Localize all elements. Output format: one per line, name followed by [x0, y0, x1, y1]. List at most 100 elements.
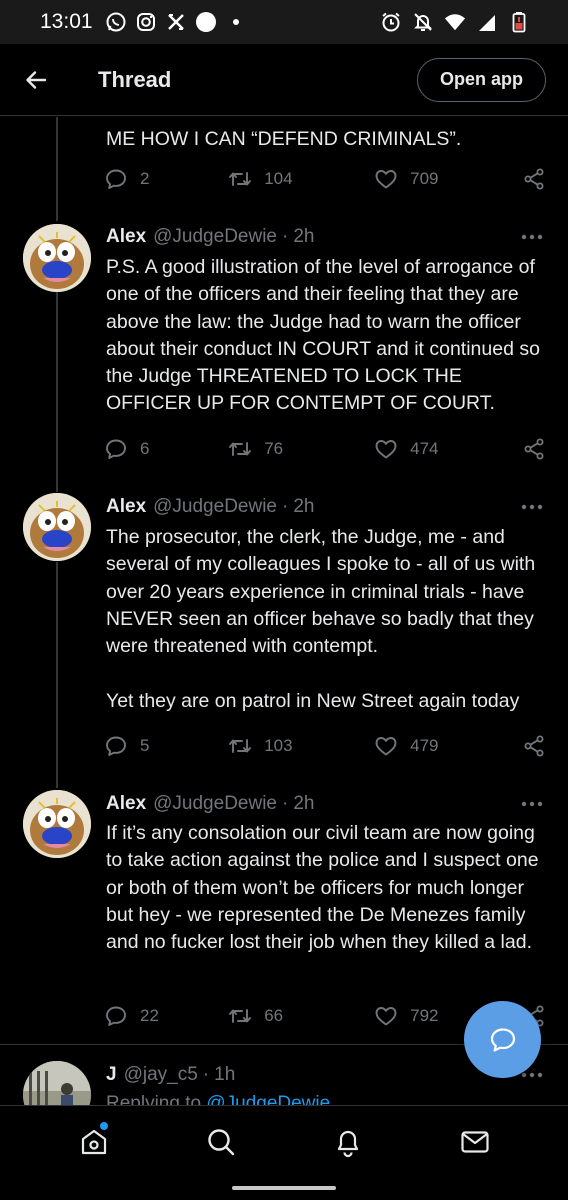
share-button[interactable]	[522, 167, 546, 191]
tweet-time[interactable]: 2h	[293, 496, 314, 518]
separator-dot: ·	[282, 496, 289, 517]
tweet-text: P.S. A good illustration of the level of…	[106, 256, 540, 415]
author-handle[interactable]: @JudgeDewie	[153, 496, 277, 518]
tweet-text: If it’s any consolation our civil team a…	[106, 822, 539, 954]
dot-icon	[225, 11, 247, 33]
reply-icon	[106, 1006, 126, 1026]
like-count: 709	[410, 169, 439, 188]
compose-reply-button[interactable]	[464, 1001, 541, 1078]
tweet-text: The prosecutor, the clerk, the Judge, me…	[106, 526, 536, 712]
tweet-actions: 5 103 479	[104, 731, 548, 761]
more-options-button[interactable]	[518, 227, 546, 247]
instagram-icon	[135, 11, 157, 33]
author-name[interactable]: J	[106, 1064, 117, 1086]
retweet-button[interactable]: 103	[228, 734, 374, 758]
retweet-button[interactable]: 76	[228, 437, 374, 461]
reply-count: 2	[140, 169, 150, 188]
nav-home[interactable]	[64, 1112, 124, 1172]
author-handle[interactable]: @JudgeDewie	[153, 793, 277, 815]
separator-dot: ·	[282, 793, 289, 814]
open-app-button[interactable]: Open app	[416, 57, 546, 102]
thread-line	[56, 292, 58, 492]
reply-count: 6	[140, 439, 150, 458]
separator-dot: ·	[202, 1064, 210, 1085]
avatar-image	[23, 493, 91, 561]
like-button[interactable]: 479	[374, 734, 522, 758]
more-icon	[521, 234, 543, 240]
reply-icon	[106, 169, 126, 189]
author-name[interactable]: Alex	[106, 496, 146, 518]
avatar[interactable]	[23, 493, 91, 561]
retweet-icon	[229, 172, 252, 186]
share-icon	[524, 438, 544, 460]
search-icon	[207, 1128, 234, 1155]
nav-notifications[interactable]	[318, 1112, 378, 1172]
more-options-button[interactable]	[518, 794, 546, 814]
tweet-time[interactable]: 1h	[214, 1064, 235, 1086]
tweet-header: Alex @JudgeDewie · 2h	[106, 224, 314, 250]
like-count: 474	[410, 439, 439, 458]
author-name[interactable]: Alex	[106, 793, 146, 815]
alarm-icon	[380, 11, 402, 33]
gesture-bar[interactable]	[232, 1186, 336, 1190]
more-icon	[521, 1072, 543, 1078]
messages-icon	[460, 1130, 489, 1153]
more-icon	[521, 801, 543, 807]
reply-button[interactable]: 22	[104, 1004, 228, 1028]
reply-count: 5	[140, 736, 150, 755]
avatar[interactable]	[23, 790, 91, 858]
author-name[interactable]: Alex	[106, 226, 146, 248]
tweet-time[interactable]: 2h	[293, 226, 314, 248]
retweet-icon	[229, 739, 252, 753]
nav-search[interactable]	[191, 1112, 251, 1172]
whatsapp-icon	[105, 11, 127, 33]
reply-button[interactable]: 5	[104, 734, 228, 758]
circle-icon	[195, 11, 217, 33]
avatar[interactable]	[23, 224, 91, 292]
app-header: Thread Open app	[0, 44, 568, 116]
heart-icon	[375, 170, 397, 189]
reply-button[interactable]: 2	[104, 167, 228, 191]
retweet-count: 104	[264, 169, 293, 188]
like-count: 792	[410, 1006, 439, 1025]
tweet-header: Alex @JudgeDewie · 2h	[106, 494, 314, 520]
tweet-header: J @jay_c5 · 1h	[106, 1062, 235, 1088]
heart-icon	[375, 440, 397, 459]
notification-dot	[99, 1121, 108, 1130]
reply-icon	[106, 736, 126, 756]
replying-to-link[interactable]: @JudgeDewie	[206, 1093, 330, 1105]
thread-line	[56, 562, 58, 788]
like-button[interactable]: 474	[374, 437, 522, 461]
tweet-actions: 6 76 474	[104, 434, 548, 464]
tweet-actions: 2 104 709	[104, 164, 548, 194]
heart-icon	[375, 1007, 397, 1026]
share-icon	[524, 168, 544, 190]
thread-line	[56, 117, 58, 221]
separator-dot: ·	[282, 226, 289, 247]
author-handle[interactable]: @JudgeDewie	[153, 226, 277, 248]
home-icon	[81, 1129, 106, 1154]
avatar[interactable]	[23, 1061, 91, 1105]
retweet-button[interactable]: 104	[228, 167, 374, 191]
thread-feed[interactable]: ME HOW I CAN “DEFEND CRIMINALS”. 2 104 7…	[0, 117, 568, 1105]
tweet-header: Alex @JudgeDewie · 2h	[106, 791, 314, 817]
reply-icon	[106, 439, 126, 459]
status-bar: 13:01	[0, 0, 568, 44]
share-icon	[524, 735, 544, 757]
more-options-button[interactable]	[518, 497, 546, 517]
share-button[interactable]	[522, 437, 546, 461]
retweet-button[interactable]: 66	[228, 1004, 374, 1028]
nav-messages[interactable]	[445, 1112, 505, 1172]
reply-button[interactable]: 6	[104, 437, 228, 461]
author-handle[interactable]: @jay_c5	[124, 1064, 198, 1086]
share-button[interactable]	[522, 734, 546, 758]
more-icon	[521, 504, 543, 510]
tweet-time[interactable]: 2h	[293, 793, 314, 815]
wifi-icon	[444, 11, 466, 33]
replying-to-line: Replying to @JudgeDewie	[106, 1091, 330, 1105]
back-button[interactable]	[12, 56, 60, 104]
notifications-icon	[337, 1130, 358, 1157]
like-button[interactable]: 709	[374, 167, 522, 191]
page-title: Thread	[98, 66, 172, 92]
retweet-count: 76	[264, 439, 284, 458]
